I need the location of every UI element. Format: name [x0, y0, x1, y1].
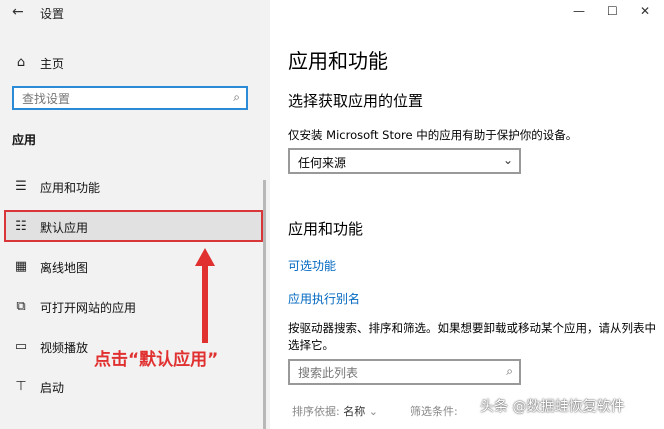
settings-sidebar: ← 设置 ⌂ 主页 ⌕ 应用 ☰ 应用和功能 ☷ 默认应用 ▦ 离线地图 ⧉ 可…	[0, 0, 270, 429]
settings-search-box[interactable]: ⌕	[12, 86, 248, 110]
sidebar-item-label: 视频播放	[40, 341, 89, 355]
chevron-down-icon: ⌄	[368, 405, 378, 418]
default-apps-icon: ☷	[15, 219, 27, 234]
startup-icon: ⊤	[15, 379, 27, 394]
sidebar-item-apps-for-websites[interactable]: ⧉ 可打开网站的应用	[0, 290, 262, 324]
sidebar-item-apps-features[interactable]: ☰ 应用和功能	[0, 170, 262, 204]
sidebar-item-default-apps[interactable]: ☷ 默认应用	[0, 210, 262, 244]
sidebar-item-offline-maps[interactable]: ▦ 离线地图	[0, 250, 262, 284]
window-title: 设置	[40, 7, 65, 21]
home-icon: ⌂	[16, 55, 26, 70]
search-icon[interactable]: ⌕	[506, 364, 513, 379]
main-content: — ☐ ✕ 应用和功能 选择获取应用的位置 仅安装 Microsoft Stor…	[270, 0, 664, 429]
sort-by-control[interactable]: 排序依据: 名称 ⌄	[292, 403, 378, 419]
maximize-button[interactable]: ☐	[607, 4, 618, 18]
sidebar-item-label: 应用和功能	[40, 181, 101, 195]
sidebar-item-label: 默认应用	[40, 221, 89, 235]
back-arrow-icon[interactable]: ←	[12, 4, 24, 20]
sidebar-item-label: 主页	[40, 57, 65, 71]
minimize-button[interactable]: —	[573, 4, 585, 18]
app-list-search-input[interactable]	[296, 364, 490, 382]
sidebar-scrollbar[interactable]	[263, 180, 266, 429]
map-icon: ▦	[14, 259, 28, 274]
app-execution-aliases-link[interactable]: 应用执行别名	[288, 290, 360, 307]
sidebar-item-label: 可打开网站的应用	[40, 301, 137, 315]
section-heading-install-source: 选择获取应用的位置	[288, 92, 424, 110]
search-icon[interactable]: ⌕	[233, 90, 240, 105]
dropdown-value: 任何来源	[298, 156, 347, 170]
annotation-arrow	[195, 248, 215, 343]
sidebar-item-home[interactable]: ⌂ 主页	[0, 46, 262, 80]
annotation-text: 点击“默认应用”	[94, 350, 219, 370]
app-list-search-box[interactable]: ⌕	[288, 359, 521, 385]
optional-features-link[interactable]: 可选功能	[288, 257, 336, 274]
sidebar-item-label: 启动	[40, 381, 65, 395]
sort-label: 排序依据:	[292, 405, 340, 418]
section-heading-apps-features: 应用和功能	[288, 220, 364, 238]
web-apps-icon: ⧉	[16, 299, 26, 314]
install-source-description: 仅安装 Microsoft Store 中的应用有助于保护你的设备。	[288, 128, 578, 142]
settings-search-input[interactable]	[20, 90, 224, 108]
page-title: 应用和功能	[288, 49, 388, 73]
sort-value[interactable]: 名称	[343, 405, 365, 418]
chevron-down-icon: ⌄	[502, 153, 513, 167]
sidebar-item-label: 离线地图	[40, 261, 89, 275]
watermark: 头条 @数据蛙恢复软件	[480, 399, 625, 415]
sidebar-item-startup[interactable]: ⊤ 启动	[0, 370, 262, 404]
filter-label[interactable]: 筛选条件:	[410, 403, 458, 419]
install-source-dropdown[interactable]: 任何来源 ⌄	[288, 148, 521, 174]
close-button[interactable]: ✕	[640, 4, 650, 18]
video-icon: ▭	[14, 339, 28, 354]
section-heading-apps: 应用	[12, 133, 37, 147]
apps-list-description: 按驱动器搜索、排序和筛选。如果想要卸载或移动某个应用，请从列表中选择它。	[288, 321, 656, 352]
list-icon: ☰	[15, 179, 27, 194]
